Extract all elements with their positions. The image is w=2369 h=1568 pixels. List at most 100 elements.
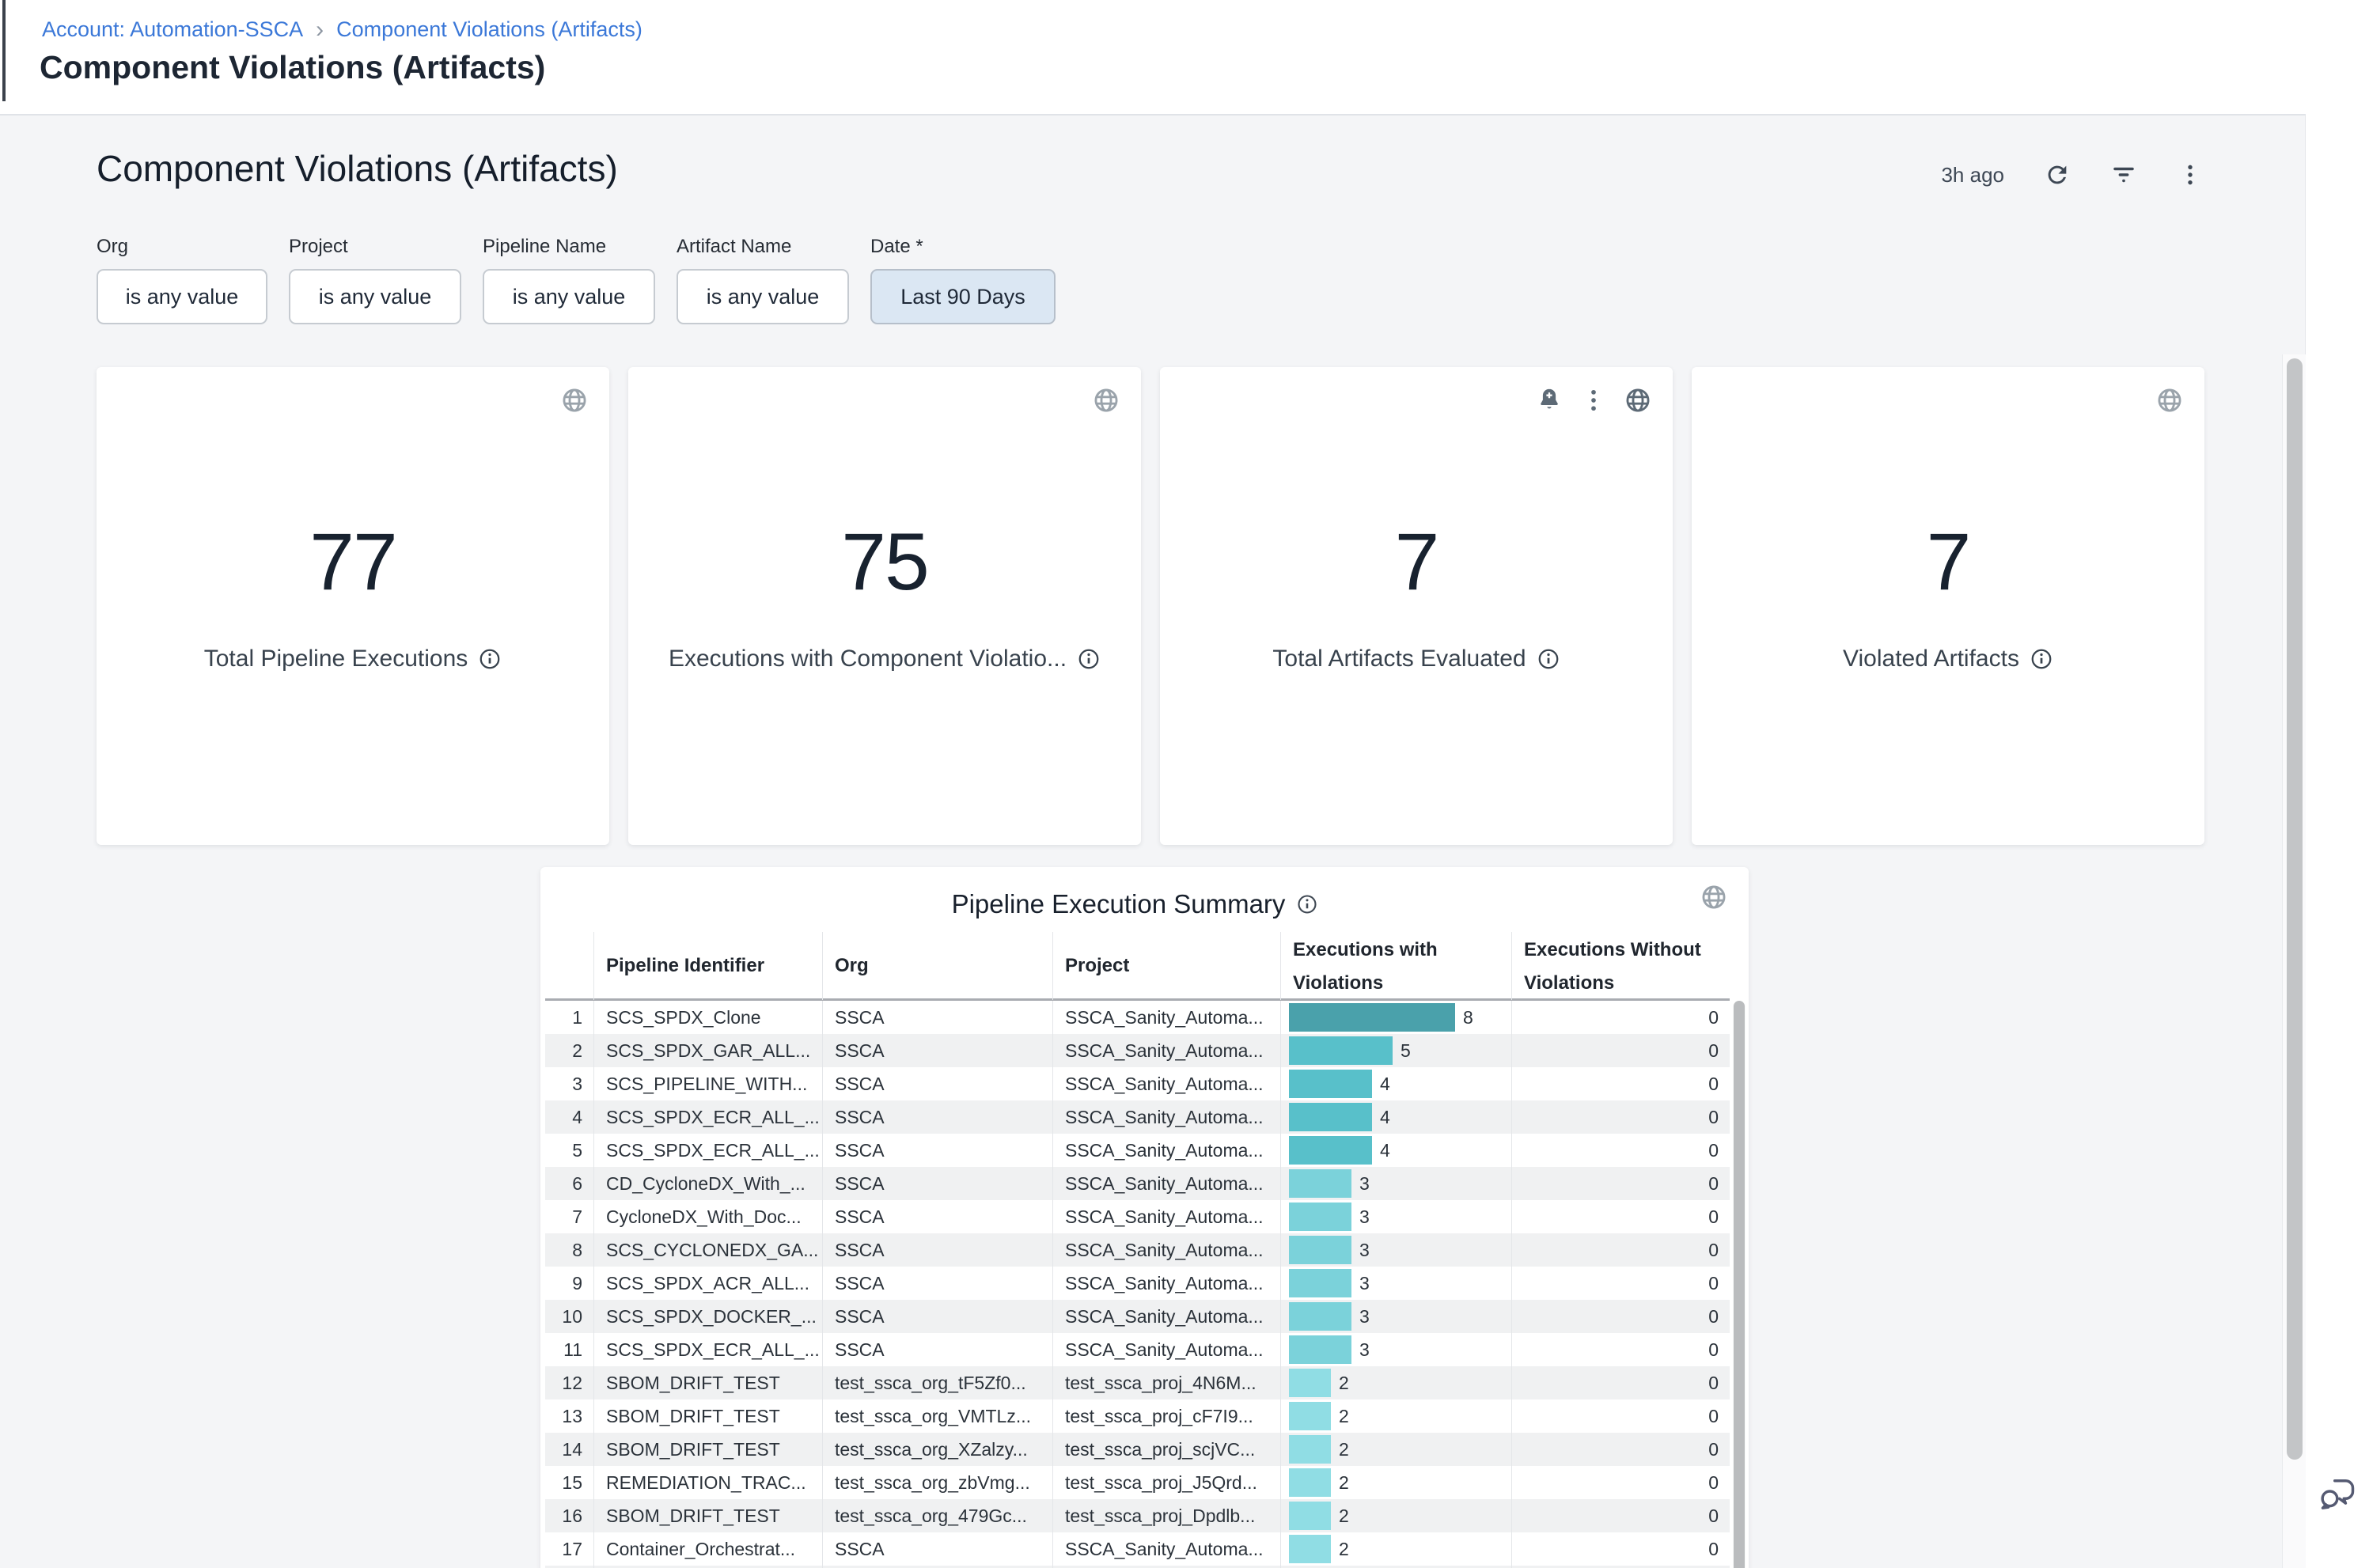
- table-row[interactable]: 9 SCS_SPDX_ACR_ALL... SSCA SSCA_Sanity_A…: [545, 1267, 1730, 1300]
- table-row[interactable]: 2 SCS_SPDX_GAR_ALL... SSCA SSCA_Sanity_A…: [545, 1034, 1730, 1067]
- cell-executions-with-violations: 2: [1280, 1532, 1511, 1566]
- column-header-pipeline[interactable]: Pipeline Identifier: [593, 932, 822, 1000]
- violations-bar: [1289, 1335, 1351, 1364]
- pipeline-summary-card: Pipeline Execution Summary Pipeline Iden…: [540, 867, 1749, 1568]
- row-number: 16: [545, 1499, 593, 1532]
- filter-icon[interactable]: [2110, 161, 2137, 188]
- column-header-org[interactable]: Org: [822, 932, 1052, 1000]
- table-row[interactable]: 4 SCS_SPDX_ECR_ALL_... SSCA SSCA_Sanity_…: [545, 1100, 1730, 1134]
- kpi-value: 75: [628, 516, 1141, 608]
- cell-project: test_ssca_proj_scjVC...: [1052, 1433, 1280, 1466]
- cell-pipeline: SCS_CYCLONEDX_GA...: [593, 1233, 822, 1267]
- table-row[interactable]: 17 Container_Orchestrat... SSCA SSCA_San…: [545, 1532, 1730, 1566]
- table-row[interactable]: 8 SCS_CYCLONEDX_GA... SSCA SSCA_Sanity_A…: [545, 1233, 1730, 1267]
- refresh-icon[interactable]: [2044, 161, 2071, 188]
- cell-org: test_ssca_org_479Gc...: [822, 1499, 1052, 1532]
- info-icon[interactable]: [478, 647, 502, 671]
- filter-value-button[interactable]: Last 90 Days: [870, 269, 1056, 324]
- cell-executions-with-violations: 3: [1280, 1200, 1511, 1233]
- page-scrollbar[interactable]: [2282, 354, 2306, 1568]
- table-row[interactable]: 3 SCS_PIPELINE_WITH... SSCA SSCA_Sanity_…: [545, 1067, 1730, 1100]
- cell-executions-with-violations: 3: [1280, 1233, 1511, 1267]
- table-scrollbar[interactable]: [1733, 1001, 1745, 1568]
- globe-icon[interactable]: [1092, 386, 1120, 415]
- violations-bar-value: 2: [1339, 1439, 1349, 1460]
- filter-value-button[interactable]: is any value: [483, 269, 655, 324]
- cell-pipeline: SBOM_DRIFT_TEST: [593, 1499, 822, 1532]
- filter-value-button[interactable]: is any value: [289, 269, 461, 324]
- table-row[interactable]: 7 CycloneDX_With_Doc... SSCA SSCA_Sanity…: [545, 1200, 1730, 1233]
- table-row[interactable]: 11 SCS_SPDX_ECR_ALL_... SSCA SSCA_Sanity…: [545, 1333, 1730, 1366]
- cell-pipeline: SCS_SPDX_ECR_ALL_...: [593, 1134, 822, 1167]
- violations-bar: [1289, 1169, 1351, 1198]
- info-icon[interactable]: [2030, 647, 2053, 671]
- page-scrollbar-thumb[interactable]: [2287, 358, 2303, 1460]
- kebab-menu-icon[interactable]: [2177, 161, 2204, 188]
- kpi-label: Executions with Component Violatio...: [669, 646, 1067, 672]
- table-row[interactable]: 15 REMEDIATION_TRAC... test_ssca_org_zbV…: [545, 1466, 1730, 1499]
- chat-button[interactable]: [2317, 1473, 2358, 1514]
- violations-bar-value: 2: [1339, 1506, 1349, 1527]
- breadcrumb-account-link[interactable]: Account: Automation-SSCA: [42, 17, 303, 42]
- violations-bar: [1289, 1203, 1351, 1231]
- kpi-label-row: Executions with Component Violatio...: [628, 646, 1141, 672]
- table-row[interactable]: 14 SBOM_DRIFT_TEST test_ssca_org_XZalzy.…: [545, 1433, 1730, 1466]
- violations-bar-value: 2: [1339, 1373, 1349, 1394]
- cell-executions-with-violations: 3: [1280, 1333, 1511, 1366]
- cell-executions-without-violations: 0: [1511, 1067, 1730, 1100]
- cell-executions-without-violations: 0: [1511, 1167, 1730, 1200]
- cell-project: SSCA_Sanity_Automa...: [1052, 1532, 1280, 1566]
- row-number: 13: [545, 1399, 593, 1433]
- row-number: 1: [545, 1001, 593, 1034]
- cell-org: SSCA: [822, 1333, 1052, 1366]
- bell-plus-icon[interactable]: [1535, 386, 1564, 415]
- globe-icon[interactable]: [1700, 883, 1728, 911]
- kebab-icon[interactable]: [1579, 386, 1608, 415]
- kpi-card-icons: [2155, 386, 2184, 415]
- table-row[interactable]: 16 SBOM_DRIFT_TEST test_ssca_org_479Gc..…: [545, 1499, 1730, 1532]
- cell-org: SSCA: [822, 1267, 1052, 1300]
- info-icon[interactable]: [1537, 647, 1560, 671]
- violations-bar-value: 3: [1359, 1273, 1370, 1294]
- table-row[interactable]: 1 SCS_SPDX_Clone SSCA SSCA_Sanity_Automa…: [545, 1001, 1730, 1034]
- violations-bar: [1289, 1269, 1351, 1297]
- cell-project: test_ssca_proj_cF7I9...: [1052, 1399, 1280, 1433]
- cell-org: test_ssca_org_VMTLz...: [822, 1399, 1052, 1433]
- kpi-card: 75 Executions with Component Violatio...: [628, 367, 1141, 845]
- cell-executions-with-violations: 3: [1280, 1167, 1511, 1200]
- violations-bar-value: 2: [1339, 1539, 1349, 1560]
- cell-pipeline: SCS_SPDX_ACR_ALL...: [593, 1267, 822, 1300]
- row-number: 11: [545, 1333, 593, 1366]
- column-header-project[interactable]: Project: [1052, 932, 1280, 1000]
- cell-pipeline: SBOM_DRIFT_TEST: [593, 1433, 822, 1466]
- table-row[interactable]: 13 SBOM_DRIFT_TEST test_ssca_org_VMTLz..…: [545, 1399, 1730, 1433]
- table-title: Pipeline Execution Summary: [952, 889, 1286, 919]
- cell-executions-without-violations: 0: [1511, 1300, 1730, 1333]
- globe-icon[interactable]: [2155, 386, 2184, 415]
- globe-icon[interactable]: [1624, 386, 1652, 415]
- table-scrollbar-thumb[interactable]: [1734, 1001, 1745, 1568]
- kpi-cards-row: 77 Total Pipeline Executions 75 Executio…: [97, 367, 2204, 845]
- table-row[interactable]: 6 CD_CycloneDX_With_... SSCA SSCA_Sanity…: [545, 1167, 1730, 1200]
- table-row[interactable]: 12 SBOM_DRIFT_TEST test_ssca_org_tF5Zf0.…: [545, 1366, 1730, 1399]
- column-header-executions-without-violations[interactable]: Executions WithoutViolations: [1511, 932, 1730, 1000]
- filter-value-button[interactable]: is any value: [677, 269, 849, 324]
- globe-icon[interactable]: [560, 386, 589, 415]
- cell-org: SSCA: [822, 1532, 1052, 1566]
- table-row[interactable]: 10 SCS_SPDX_DOCKER_... SSCA SSCA_Sanity_…: [545, 1300, 1730, 1333]
- violations-bar: [1289, 1402, 1331, 1430]
- breadcrumb-page-link[interactable]: Component Violations (Artifacts): [336, 17, 642, 42]
- violations-bar: [1289, 1302, 1351, 1331]
- info-icon[interactable]: [1296, 893, 1318, 915]
- violations-bar-value: 4: [1380, 1074, 1390, 1095]
- filter-value-button[interactable]: is any value: [97, 269, 267, 324]
- violations-bar: [1289, 1236, 1351, 1264]
- cell-org: SSCA: [822, 1067, 1052, 1100]
- violations-bar: [1289, 1502, 1331, 1530]
- column-header-executions-with-violations[interactable]: Executions withViolations: [1280, 932, 1511, 1000]
- kpi-card-icons: [1535, 386, 1652, 415]
- table-row[interactable]: 5 SCS_SPDX_ECR_ALL_... SSCA SSCA_Sanity_…: [545, 1134, 1730, 1167]
- info-icon[interactable]: [1077, 647, 1101, 671]
- cell-project: SSCA_Sanity_Automa...: [1052, 1167, 1280, 1200]
- cell-project: test_ssca_proj_J5Qrd...: [1052, 1466, 1280, 1499]
